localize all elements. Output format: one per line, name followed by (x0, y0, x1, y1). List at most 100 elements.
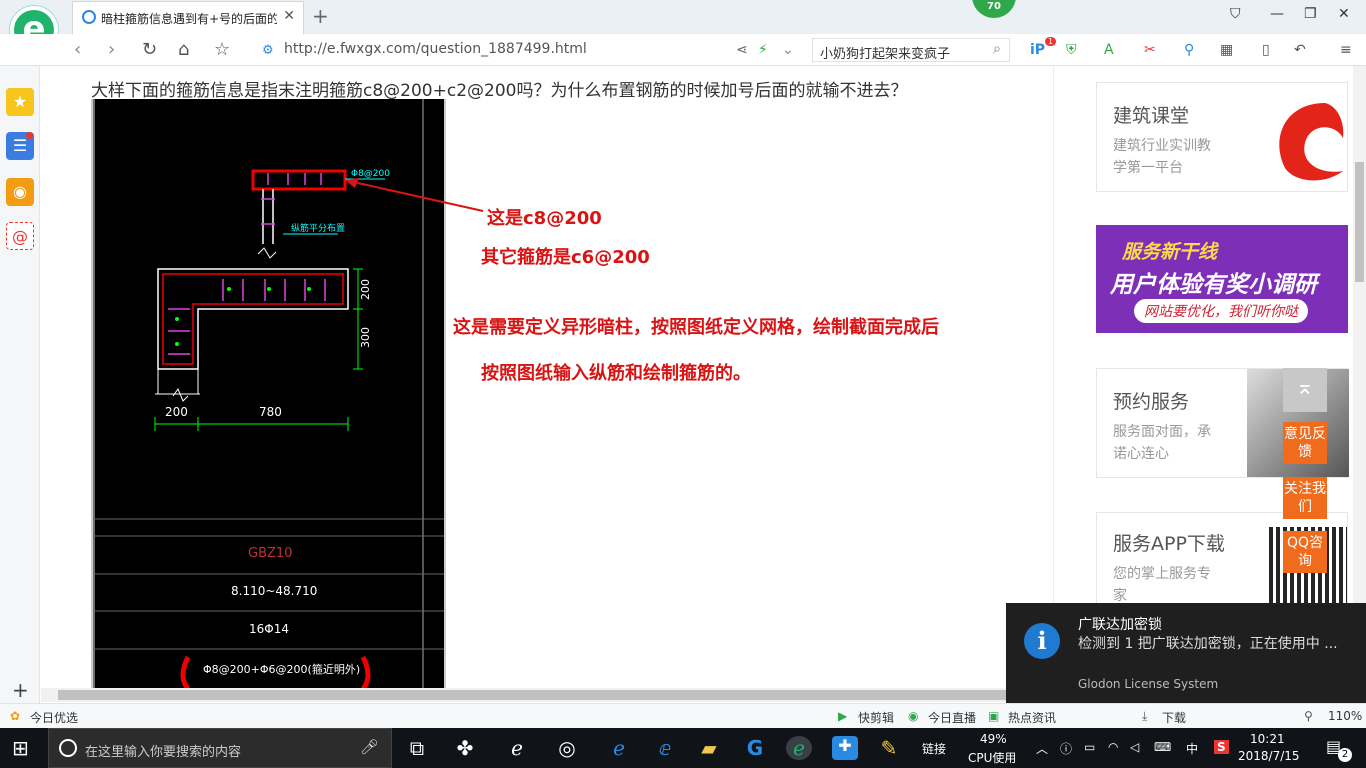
banner-headline: 用户体验有奖小调研 (1110, 272, 1317, 298)
today-picks-link[interactable]: 今日优选 (30, 709, 78, 726)
search-input[interactable]: 小奶狗打起架来变疯子 (820, 43, 950, 62)
tray-expand-icon[interactable]: ︿ (1036, 740, 1048, 757)
swirl-app-icon[interactable]: ◎ (554, 736, 580, 760)
lightning-icon[interactable]: ⚡ (758, 42, 768, 58)
search-icon[interactable]: ⌕ (993, 41, 1001, 57)
home-icon[interactable]: ⌂ (178, 39, 189, 60)
zoom-icon[interactable]: ⚲ (1304, 709, 1313, 723)
toast-footer: Glodon License System (1078, 677, 1219, 691)
favorites-star-icon[interactable]: ★ (6, 88, 34, 116)
ip-icon[interactable]: iP (1030, 42, 1045, 58)
notes-app-icon[interactable]: ✎ (876, 736, 902, 760)
news-icon[interactable]: ▣ (988, 709, 999, 723)
zoom-level[interactable]: 110% (1328, 709, 1362, 723)
mail-at-icon[interactable]: @ (6, 222, 34, 250)
plus-app-icon[interactable]: ✚ (832, 736, 858, 760)
today-live-link[interactable]: 今日直播 (928, 709, 976, 726)
edge-icon[interactable]: ℯ (606, 736, 632, 760)
clock-time[interactable]: 10:21 (1250, 732, 1285, 746)
cad-dim-300-vertical: 300 (359, 327, 372, 348)
shield-yen-icon[interactable]: ⛨ (1066, 42, 1077, 58)
microphone-icon[interactable]: 🎤︎ (360, 738, 379, 756)
menu-icon[interactable]: ≡ (1340, 42, 1352, 58)
volume-icon[interactable]: ◁ (1130, 740, 1139, 754)
card-jianzhu-ketang[interactable]: 建筑课堂 建筑行业实训教 学第一平台 (1096, 82, 1348, 192)
browser-e-icon[interactable]: ℯ (504, 736, 530, 760)
survey-banner[interactable]: 服务新干线 用户体验有奖小调研 网站要优化，我们听你哒 (1096, 225, 1348, 333)
notification-count: 2 (1338, 748, 1352, 762)
battery-icon[interactable]: ▭ (1084, 740, 1095, 754)
ip-badge: 1 (1045, 37, 1057, 46)
cad-dim-200-horizontal: 200 (165, 405, 188, 419)
gift-icon[interactable]: ✿ (10, 709, 20, 723)
windows-start-icon[interactable]: ⊞ (12, 736, 29, 760)
answer-line-3: 这是需要定义异形暗柱，按照图纸定义网格，绘制截面完成后 (453, 317, 939, 338)
cad-dim-200-vertical: 200 (359, 279, 372, 300)
apps-grid-icon[interactable]: ▦ (1220, 42, 1233, 58)
site-secure-icon: ⚙ (262, 43, 274, 58)
tab-favicon-icon (82, 10, 96, 24)
cad-row-stirrup: Φ8@200+Φ6@200(箍近明外) (203, 663, 361, 676)
download-link[interactable]: 下载 (1162, 709, 1186, 726)
tablet-icon[interactable]: ▯ (1262, 42, 1270, 58)
ie-icon[interactable]: ⅇ (652, 736, 678, 760)
hot-news-link[interactable]: 热点资讯 (1008, 709, 1056, 726)
close-window-icon[interactable]: ✕ (1338, 6, 1350, 22)
vertical-scrollbar-thumb[interactable] (1355, 162, 1364, 282)
taskbar-search[interactable]: 在这里输入你要搜索的内容 🎤︎ (48, 728, 392, 768)
cad-row-gbz10: GBZ10 (248, 546, 293, 561)
forward-icon[interactable]: › (108, 39, 115, 60)
back-icon[interactable]: ‹ (74, 39, 81, 60)
maximize-icon[interactable]: ❐ (1304, 6, 1317, 22)
magnifier-icon[interactable]: ⚲ (1184, 42, 1194, 58)
refresh-icon[interactable]: ↻ (142, 39, 157, 60)
card-desc: 学第一平台 (1113, 160, 1183, 176)
follow-us-button[interactable]: 关注我们 (1283, 477, 1327, 519)
browser-tab[interactable]: 暗柱箍筋信息遇到有+号的后面的 ✕ (72, 1, 304, 34)
ime-indicator[interactable]: 中 (1186, 740, 1198, 757)
card-desc: 您的掌上服务专 (1113, 566, 1211, 582)
license-toast[interactable]: i 广联达加密锁 检测到 1 把广联达加密锁，正在使用中 ... Glodon … (1006, 603, 1366, 703)
pinwheel-app-icon[interactable]: ✤ (452, 736, 478, 760)
clock-date[interactable]: 2018/7/15 (1238, 749, 1300, 763)
task-view-icon[interactable]: ⧉ (404, 736, 430, 760)
minimize-icon[interactable]: — (1270, 6, 1284, 22)
weibo-icon[interactable]: ◉ (6, 178, 34, 206)
video-edit-icon[interactable]: ▶ (838, 709, 847, 723)
close-tab-icon[interactable]: ✕ (283, 8, 295, 24)
live-play-icon[interactable]: ◉ (908, 709, 918, 723)
kuaijianji-link[interactable]: 快剪辑 (858, 709, 894, 726)
search-box[interactable]: 小奶狗打起架来变疯子 ⌕ (812, 38, 1010, 62)
taskbar-search-input[interactable]: 在这里输入你要搜索的内容 (85, 741, 241, 760)
tray-info-icon[interactable]: ⓘ (1060, 740, 1072, 757)
address-toolbar: ‹ › ↻ ⌂ ☆ ⚙ http://e.fwxgx.com/question_… (0, 34, 1366, 66)
annotation-arrow (345, 178, 484, 212)
shirt-icon[interactable]: ⛉ (1230, 6, 1241, 22)
sogou-ime-icon[interactable]: S (1214, 740, 1229, 754)
scissors-icon[interactable]: ✂ (1144, 42, 1156, 58)
share-icon[interactable]: ⋖ (736, 42, 748, 58)
glodon-app-icon[interactable]: G (742, 736, 768, 760)
download-icon[interactable]: ⤓ (1142, 709, 1147, 724)
vertical-scrollbar[interactable] (1353, 66, 1366, 688)
qq-consult-button[interactable]: QQ咨询 (1283, 531, 1327, 573)
card-title: 服务APP下载 (1113, 533, 1225, 555)
glodon-logo-icon (1279, 103, 1344, 181)
links-toolbar[interactable]: 链接 (922, 740, 946, 757)
undo-icon[interactable]: ↶ (1294, 42, 1306, 58)
bookmark-star-icon[interactable]: ☆ (214, 39, 230, 60)
question-text: 大样下面的箍筋信息是指末注明箍筋c8@200+c2@200吗？为什么布置钢筋的时… (91, 81, 908, 101)
translate-icon[interactable]: A (1104, 42, 1114, 58)
feedback-button[interactable]: 意见反馈 (1283, 422, 1327, 464)
file-explorer-icon[interactable]: ▰ (696, 736, 722, 760)
back-to-top-icon[interactable]: ⌅ (1283, 368, 1327, 412)
cad-dim-780-horizontal: 780 (259, 405, 282, 419)
new-tab-icon[interactable]: + (312, 4, 329, 28)
wifi-icon[interactable]: ◠ (1108, 740, 1118, 754)
add-sidebar-icon[interactable]: + (12, 678, 29, 702)
url-field[interactable]: http://e.fwxgx.com/question_1887499.html (284, 41, 587, 57)
360-browser-icon[interactable]: ℯ (786, 736, 812, 760)
horizontal-scrollbar-thumb[interactable] (58, 690, 1008, 700)
chevron-down-icon[interactable]: ⌄ (782, 42, 794, 58)
keyboard-icon[interactable]: ⌨ (1154, 740, 1171, 754)
